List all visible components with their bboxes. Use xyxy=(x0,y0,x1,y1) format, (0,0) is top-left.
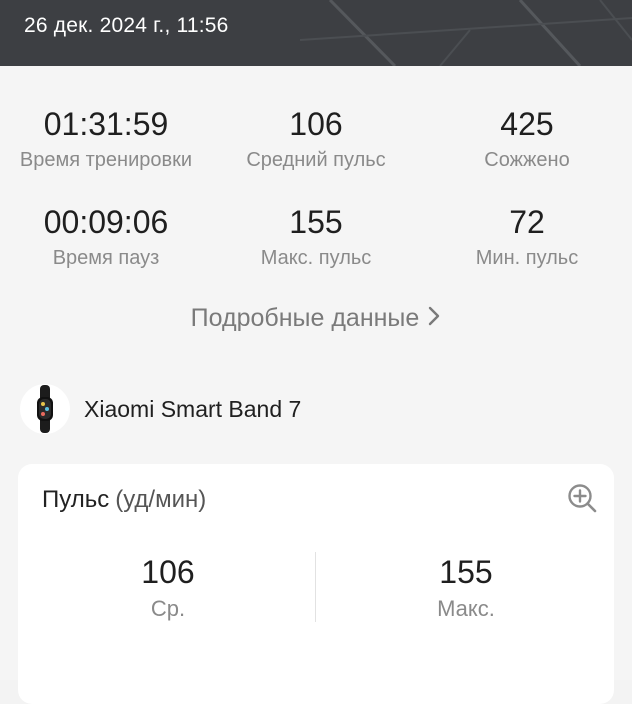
device-name: Xiaomi Smart Band 7 xyxy=(84,395,302,422)
stat-max-pulse: 155 Макс. пульс xyxy=(206,202,426,272)
workout-datetime: 26 дек. 2024 г., 11:56 xyxy=(24,14,229,37)
stat-label: Время тренировки xyxy=(19,149,193,171)
device-row[interactable]: Xiaomi Smart Band 7 xyxy=(20,384,301,434)
pulse-max-value: 155 xyxy=(439,554,493,590)
chevron-right-icon xyxy=(427,305,441,334)
details-link-label: Подробные данные xyxy=(190,304,420,332)
pulse-card-title: Пульс (уд/мин) xyxy=(42,486,206,514)
stat-label: Мин. пульс xyxy=(475,247,579,269)
card-divider xyxy=(315,552,316,622)
zoom-in-icon[interactable] xyxy=(566,482,598,519)
stat-calories: 425 Сожжено xyxy=(417,104,632,174)
stat-value: 72 xyxy=(509,204,545,240)
stat-avg-pulse: 106 Средний пульс xyxy=(206,104,426,174)
stat-label: Время пауз xyxy=(52,247,160,269)
stat-min-pulse: 72 Мин. пульс xyxy=(417,202,632,272)
pulse-card: Пульс (уд/мин) 106 Ср. 155 Макс. xyxy=(18,464,614,704)
stat-workout-time: 01:31:59 Время тренировки xyxy=(0,104,216,174)
pulse-avg-label: Ср. xyxy=(150,596,186,621)
stat-value: 155 xyxy=(289,204,343,240)
stat-label: Сожжено xyxy=(484,149,570,171)
stat-label: Средний пульс xyxy=(246,149,386,171)
stat-value: 425 xyxy=(500,106,554,142)
pulse-unit: (уд/мин) xyxy=(115,486,207,513)
pulse-avg: 106 Ср. xyxy=(68,552,268,624)
smart-band-icon xyxy=(20,384,70,434)
pulse-max: 155 Макс. xyxy=(366,552,566,624)
stat-label: Макс. пульс xyxy=(260,247,372,269)
stat-value: 106 xyxy=(289,106,343,142)
map-header: 26 дек. 2024 г., 11:56 xyxy=(0,0,632,66)
pulse-title: Пульс xyxy=(42,486,110,513)
pulse-max-label: Макс. xyxy=(437,596,495,621)
pulse-avg-value: 106 xyxy=(141,554,195,590)
stat-value: 01:31:59 xyxy=(43,106,169,142)
stat-pause-time: 00:09:06 Время пауз xyxy=(0,202,216,272)
stat-value: 00:09:06 xyxy=(43,204,169,240)
workout-summary: 01:31:59 Время тренировки 106 Средний пу… xyxy=(0,66,632,704)
details-link[interactable]: Подробные данные xyxy=(0,304,632,334)
